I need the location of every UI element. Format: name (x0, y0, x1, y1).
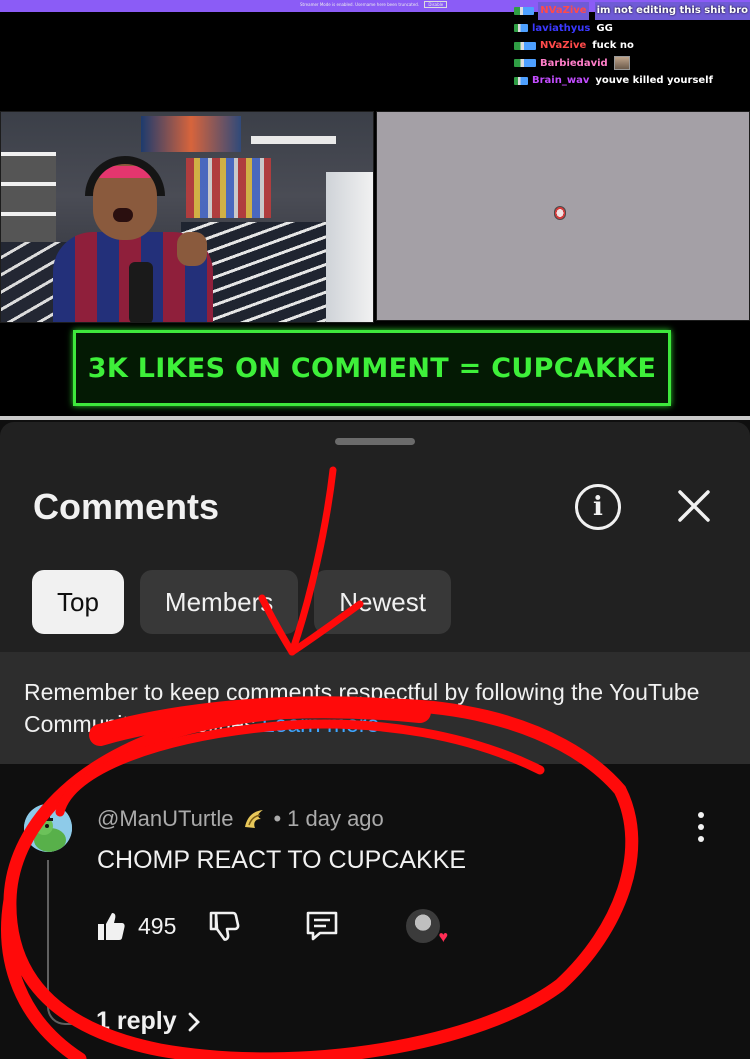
chat-username: Barbiedavid (540, 57, 608, 69)
sort-filter-chips: Top Members Newest (32, 570, 451, 634)
chat-badge-icon (514, 24, 528, 33)
chat-message: NVaZive im not editing this shit bro (514, 2, 750, 20)
chat-username: NVaZive (538, 2, 589, 20)
turtle-avatar-icon (24, 804, 72, 852)
chat-text: im not editing this shit bro (594, 2, 750, 20)
dragon-badge-icon (245, 810, 264, 828)
streamer-mode-text: Streamer Mode is enabled. Username here … (300, 2, 420, 7)
learn-more-link[interactable]: Learn more (262, 711, 380, 737)
video-progress-bar[interactable] (0, 416, 750, 420)
filter-members[interactable]: Members (139, 570, 299, 634)
info-button[interactable]: i (575, 484, 621, 530)
close-button[interactable] (670, 482, 718, 530)
more-dot (698, 812, 704, 818)
chat-message: laviathyus GG (514, 20, 750, 38)
stream-chat: NVaZive im not editing this shit bro lav… (514, 2, 750, 90)
chat-message: Brain_wav youve killed yourself (514, 72, 750, 90)
thumbs-down-icon (209, 911, 240, 941)
filter-newest[interactable]: Newest (314, 570, 451, 634)
streamer-mode-banner: Streamer Mode is enabled. Username here … (300, 1, 448, 8)
video-player[interactable]: Streamer Mode is enabled. Username here … (0, 0, 750, 420)
gameplay-feed (376, 111, 750, 321)
chat-badge-icon (514, 59, 536, 68)
more-dot (698, 836, 704, 842)
heart-icon: ♥ (438, 929, 449, 946)
more-dot (698, 824, 704, 830)
dislike-button[interactable] (208, 906, 240, 946)
meta-separator: • (273, 806, 282, 831)
creator-avatar: ♥ (406, 909, 448, 946)
chat-message: NVaZive fuck no (514, 37, 750, 55)
chat-badge-icon (514, 6, 535, 15)
comments-sheet: Comments i Top Members Newest Remember t… (0, 422, 750, 1059)
thread-connector (47, 860, 77, 1025)
comment-time[interactable]: 1 day ago (287, 806, 384, 832)
replies-label: 1 reply (96, 1007, 177, 1035)
webcam-feed (0, 111, 374, 323)
promo-text: 3K LIKES ON COMMENT = CUPCAKKE (87, 352, 657, 384)
chat-username: laviathyus (532, 22, 591, 34)
reply-comment-icon (306, 911, 338, 941)
chat-text: youve killed yourself (595, 75, 713, 86)
comment-text: CHOMP REACT TO CUPCAKKE (97, 846, 467, 874)
chat-badge-icon (514, 41, 536, 50)
drag-handle[interactable] (335, 438, 415, 445)
player-character (554, 206, 566, 220)
chat-username: NVaZive (540, 40, 587, 51)
more-options-button[interactable] (690, 812, 712, 842)
info-icon: i (593, 492, 603, 522)
reply-button[interactable] (304, 906, 340, 946)
comments-title: Comments (33, 486, 220, 527)
view-replies-button[interactable]: 1 reply (96, 1007, 201, 1036)
comment-author[interactable]: @ManUTurtle (97, 806, 233, 832)
comment-meta: @ManUTurtle • 1 day ago (97, 806, 384, 832)
like-button[interactable]: 495 (96, 906, 176, 946)
chat-text: fuck no (592, 40, 634, 51)
creator-heart: ♥ (406, 906, 448, 946)
community-guidelines-notice: Remember to keep comments respectful by … (0, 652, 750, 772)
chevron-right-icon (188, 1012, 200, 1031)
thumbs-up-icon (98, 913, 125, 940)
comment-thread: @ManUTurtle • 1 day ago CHOMP REACT TO C… (0, 764, 750, 1059)
avatar[interactable] (24, 804, 72, 852)
like-count: 495 (138, 912, 177, 939)
chat-username: Brain_wav (532, 75, 590, 86)
chat-badge-icon (514, 76, 528, 85)
chat-text: GG (596, 22, 613, 34)
filter-top[interactable]: Top (32, 570, 124, 634)
promo-banner: 3K LIKES ON COMMENT = CUPCAKKE (73, 330, 671, 406)
chat-emote-icon (613, 56, 630, 71)
close-icon (678, 490, 710, 522)
chat-message: Barbiedavid (514, 55, 750, 73)
disable-button[interactable]: Disable (424, 1, 448, 8)
